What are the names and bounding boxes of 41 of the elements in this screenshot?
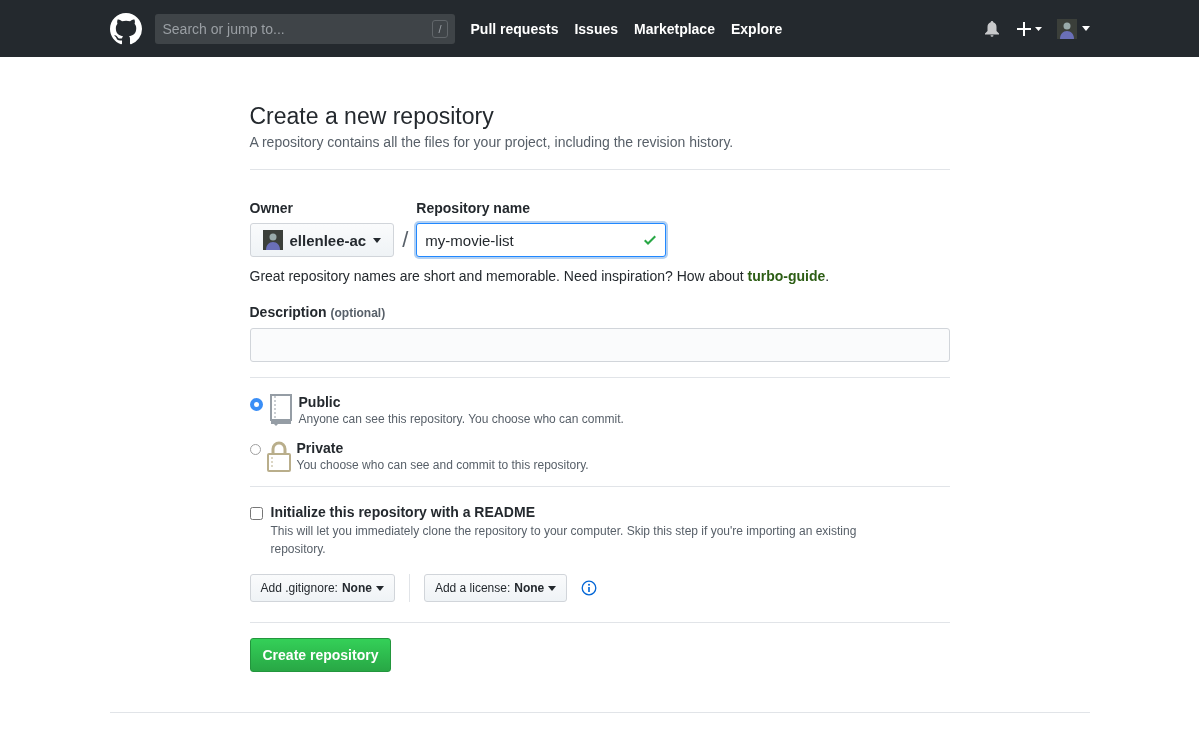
page-title: Create a new repository	[249, 103, 495, 130]
nav-link[interactable]: Marketplace	[634, 20, 715, 37]
gitignore-dropdown[interactable]: Add .gitignore: None	[249, 574, 395, 602]
shortcut-key: /	[432, 19, 448, 38]
suggestion-link[interactable]: turbo-guide	[747, 268, 826, 284]
book-icon	[268, 394, 293, 426]
bell-icon[interactable]	[984, 20, 999, 37]
nav-link[interactable]: Explore	[730, 20, 783, 37]
octocat-logo-icon[interactable]	[109, 12, 142, 45]
avatar-icon	[262, 230, 283, 250]
repository-name-label: Repository name	[416, 200, 531, 216]
avatar-icon	[1056, 18, 1077, 39]
name-suggestion-text: Great repository names are short and memorable. Need inspiration? How about turbo-guide.	[249, 268, 831, 284]
visibility-description: You choose who can see and commit to this repository.	[296, 458, 589, 472]
page-subtitle: A repository contains all the files for your project, including the revision history.	[249, 134, 735, 150]
nav-link[interactable]: Issues	[574, 20, 618, 37]
optional-note: (optional)	[330, 306, 386, 320]
visibility-description: Anyone can see this repository. You choose who can commit.	[298, 412, 624, 426]
owner-label: Owner	[249, 200, 295, 216]
nav-link[interactable]: Pull requests	[470, 20, 559, 37]
visibility-label: Public	[298, 394, 342, 410]
readme-description: This will let you immediately clone the repository to your computer. Skip this step if you're importing an existing repository.	[270, 523, 858, 558]
license-dropdown[interactable]: Add a license: None	[423, 574, 568, 602]
lock-icon	[266, 440, 291, 472]
caret-icon	[373, 237, 382, 243]
readme-checkbox[interactable]	[249, 507, 263, 520]
owner-dropdown[interactable]: ellenlee-ac	[249, 223, 395, 257]
caret-icon	[375, 585, 384, 591]
visibility-label: Private	[296, 440, 345, 456]
plus-dropdown-icon[interactable]	[1016, 21, 1043, 36]
caret-icon	[548, 585, 557, 591]
avatar-dropdown[interactable]	[1056, 18, 1090, 39]
slash-separator: /	[401, 226, 410, 254]
radio-button[interactable]	[249, 398, 263, 411]
description-field[interactable]	[249, 328, 950, 362]
radio-button[interactable]	[249, 444, 261, 455]
repository-name-field[interactable]: my-movie-list	[416, 223, 667, 257]
description-label: Description	[249, 304, 327, 320]
caret-icon	[1081, 26, 1090, 31]
info-icon[interactable]	[581, 580, 598, 596]
readme-label: Initialize this repository with a README	[270, 504, 536, 520]
